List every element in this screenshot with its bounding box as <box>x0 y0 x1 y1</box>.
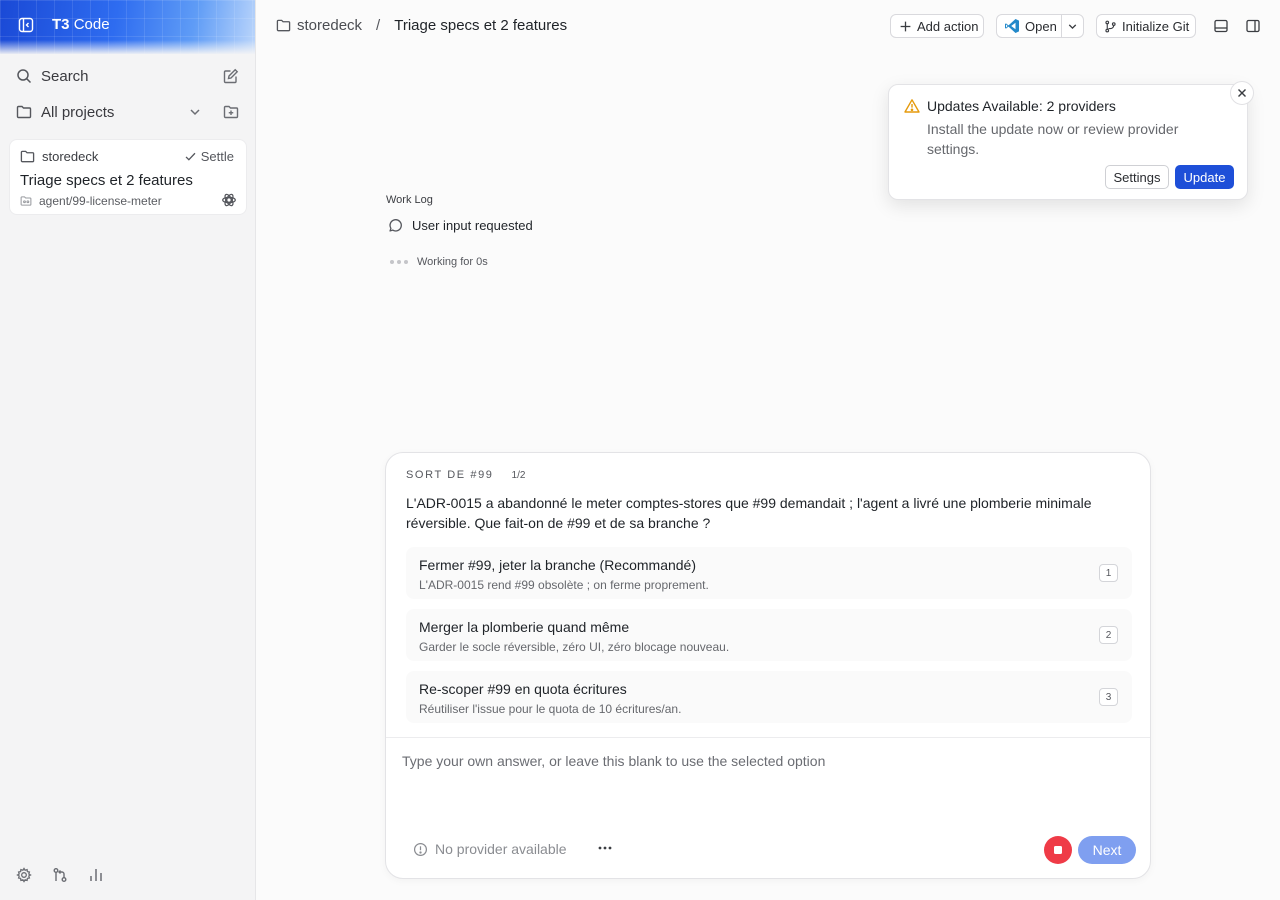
openai-icon <box>221 192 237 208</box>
stop-button[interactable] <box>1044 836 1072 864</box>
option-description: L'ADR-0015 rend #99 obsolète ; on ferme … <box>419 578 709 592</box>
option-shortcut: 3 <box>1099 688 1118 706</box>
bar-chart-icon[interactable] <box>88 867 106 885</box>
thread-project-name: storedeck <box>42 149 99 164</box>
provider-label: No provider available <box>435 841 567 857</box>
thread-status: Settle <box>184 149 234 164</box>
provider-status[interactable]: No provider available <box>413 841 567 857</box>
close-toast-button[interactable] <box>1230 81 1254 105</box>
breadcrumb-separator: / <box>376 17 381 34</box>
thread-branch: agent/99-license-meter <box>20 194 162 208</box>
next-button[interactable]: Next <box>1078 836 1136 864</box>
open-in-editor-button[interactable]: Open <box>996 14 1062 38</box>
sidebar-footer <box>16 867 106 885</box>
answer-input[interactable] <box>386 738 1150 818</box>
settings-button[interactable]: Settings <box>1105 165 1169 189</box>
option-item[interactable]: Fermer #99, jeter la branche (Recommandé… <box>406 547 1132 599</box>
folder-icon <box>276 18 291 33</box>
loading-dots <box>390 260 408 264</box>
working-label: Working for 0s <box>417 256 488 268</box>
update-button[interactable]: Update <box>1175 165 1234 189</box>
question-text: L'ADR-0015 a abandonné le meter comptes-… <box>406 495 1092 531</box>
sidebar-search[interactable]: Search <box>8 61 248 91</box>
new-thread-icon[interactable] <box>223 68 239 84</box>
close-icon <box>1237 88 1247 98</box>
git-compare-icon[interactable] <box>52 867 70 885</box>
warning-icon <box>904 98 920 114</box>
thread-project: storedeck <box>20 149 98 164</box>
breadcrumb-project[interactable]: storedeck <box>297 17 362 34</box>
message-circle-icon <box>388 218 403 233</box>
add-action-button[interactable]: Add action <box>890 14 984 38</box>
chevron-down-icon <box>1066 20 1079 33</box>
app-name-rest: Code <box>73 16 110 33</box>
add-project-icon[interactable] <box>223 104 239 120</box>
brand-pattern <box>0 0 255 54</box>
sidebar-collapse-icon[interactable] <box>18 17 34 33</box>
option-description: Réutiliser l'issue pour le quota de 10 é… <box>419 702 682 716</box>
sidebar: T3 Code Search All projects storedeck Se… <box>0 0 256 900</box>
option-title: Re-scoper #99 en quota écritures <box>419 681 627 697</box>
question-counter: 1/2 <box>511 470 526 481</box>
brand-header: T3 Code <box>0 0 255 54</box>
open-label: Open <box>1025 18 1057 34</box>
search-icon <box>16 68 32 84</box>
toggle-right-panel-icon[interactable] <box>1245 18 1261 34</box>
check-icon <box>184 150 197 163</box>
option-shortcut: 1 <box>1099 564 1118 582</box>
toast-title: Updates Available: 2 providers <box>927 98 1116 114</box>
question-header: SORT DE #99 1/2 <box>406 469 525 481</box>
update-toast: Updates Available: 2 providers Install t… <box>888 81 1254 200</box>
plus-icon <box>899 20 912 33</box>
more-options-icon[interactable] <box>596 839 614 857</box>
top-bar: storedeck / Triage specs et 2 features A… <box>256 0 1280 52</box>
thread-title: Triage specs et 2 features <box>20 172 193 189</box>
open-options-button[interactable] <box>1061 14 1084 38</box>
search-label: Search <box>41 67 89 85</box>
breadcrumb: storedeck / Triage specs et 2 features <box>276 17 567 34</box>
info-icon <box>413 842 428 857</box>
gear-icon[interactable] <box>16 867 34 885</box>
question-panel: SORT DE #99 1/2 L'ADR-0015 a abandonné l… <box>385 452 1151 879</box>
option-description: Garder le socle réversible, zéro UI, zér… <box>419 640 730 654</box>
initialize-git-button[interactable]: Initialize Git <box>1096 14 1196 38</box>
chevron-down-icon[interactable] <box>187 104 203 120</box>
vscode-icon <box>1004 18 1020 34</box>
add-action-label: Add action <box>917 18 979 34</box>
stop-icon <box>1054 846 1062 854</box>
thread-status-label: Settle <box>200 149 234 164</box>
git-branch-icon <box>1104 20 1117 33</box>
question-tag: SORT DE #99 <box>406 469 494 481</box>
option-item[interactable]: Merger la plomberie quand même Garder le… <box>406 609 1132 661</box>
project-filter[interactable]: All projects <box>8 97 248 127</box>
folder-icon <box>16 104 32 120</box>
worktree-icon <box>20 195 32 207</box>
app-name-bold: T3 <box>52 16 70 33</box>
app-name: T3 Code <box>52 16 110 33</box>
work-log-label: Work Log <box>386 194 433 206</box>
folder-icon <box>20 149 35 164</box>
option-shortcut: 2 <box>1099 626 1118 644</box>
option-title: Fermer #99, jeter la branche (Recommandé… <box>419 557 697 573</box>
option-item[interactable]: Re-scoper #99 en quota écritures Réutili… <box>406 671 1132 723</box>
thread-branch-name: agent/99-license-meter <box>39 194 162 208</box>
option-title: Merger la plomberie quand même <box>419 619 630 635</box>
work-log-entry-label: User input requested <box>412 218 533 233</box>
projects-label: All projects <box>41 103 115 121</box>
thread-item[interactable]: storedeck Settle Triage specs et 2 featu… <box>9 139 247 215</box>
toast-message: Install the update now or review provide… <box>927 121 1179 157</box>
initialize-git-label: Initialize Git <box>1122 18 1190 34</box>
toggle-bottom-panel-icon[interactable] <box>1213 18 1229 34</box>
page-title: Triage specs et 2 features <box>394 17 568 34</box>
working-indicator: Working for 0s <box>390 256 488 268</box>
work-log-entry: User input requested <box>388 218 533 233</box>
